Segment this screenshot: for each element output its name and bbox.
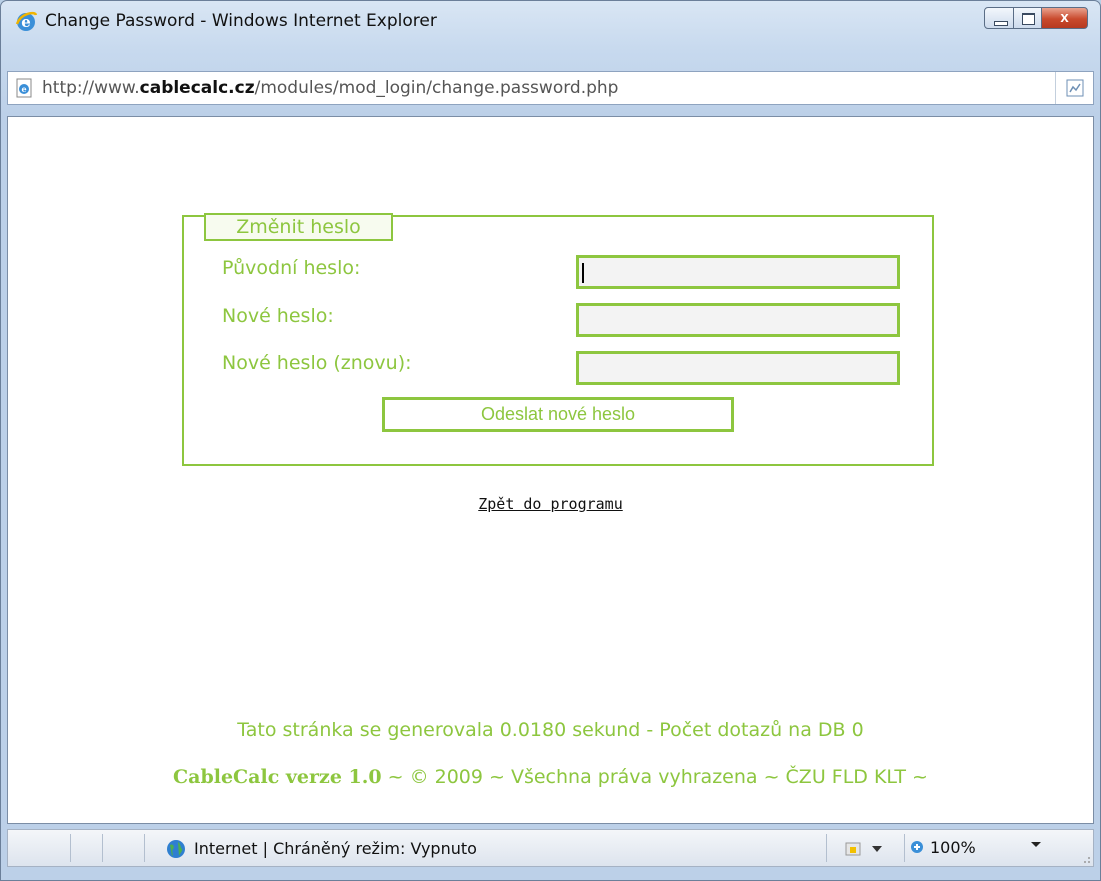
old-password-input[interactable] [576, 255, 900, 289]
old-password-label: Původní heslo: [222, 257, 361, 279]
rights-text: ~ © 2009 ~ Všechna práva vyhrazena ~ ČZU… [381, 766, 928, 788]
window-title: Change Password - Windows Internet Explo… [45, 11, 437, 31]
status-divider [826, 834, 827, 862]
page-icon: e [16, 78, 32, 98]
status-divider [144, 834, 145, 862]
zoom-icon [911, 841, 923, 853]
status-divider [904, 834, 905, 862]
url-domain: cablecalc.cz [139, 78, 255, 98]
confirm-password-input[interactable] [576, 351, 900, 385]
resize-grip-icon[interactable] [1079, 852, 1091, 864]
new-password-input[interactable] [576, 303, 900, 337]
status-divider [102, 834, 103, 862]
ie-logo-icon: e [15, 11, 37, 31]
close-icon: x [1060, 9, 1069, 26]
address-bar[interactable]: e http://www.cablecalc.cz/modules/mod_lo… [7, 71, 1094, 105]
new-password-label: Nové heslo: [222, 305, 334, 327]
submit-button[interactable]: Odeslat nové heslo [382, 397, 734, 432]
back-link-text[interactable]: Zpět do programu [478, 495, 623, 513]
rss-button[interactable] [1055, 72, 1093, 104]
text-caret [582, 263, 584, 283]
url-text[interactable]: http://www.cablecalc.cz/modules/mod_logi… [42, 78, 618, 98]
page-content: Změnit heslo Původní heslo: Nové heslo: … [7, 116, 1094, 824]
back-to-program-link: Zpět do programu [8, 495, 1093, 513]
maximize-button[interactable] [1014, 7, 1042, 29]
zoom-level[interactable]: 100% [930, 838, 976, 857]
title-bar[interactable]: e Change Password - Windows Internet Exp… [1, 1, 1100, 43]
url-prefix: http://www. [42, 78, 140, 98]
browser-window: e Change Password - Windows Internet Exp… [0, 0, 1101, 881]
window-controls: x [984, 7, 1088, 31]
minimize-button[interactable] [984, 7, 1014, 29]
generation-info: Tato stránka se generovala 0.0180 sekund… [237, 719, 864, 741]
svg-text:e: e [21, 84, 26, 94]
brand-name: CableCalc verze 1.0 [173, 766, 382, 788]
globe-icon [167, 840, 185, 858]
close-button[interactable]: x [1042, 7, 1088, 29]
addons-icon[interactable] [844, 838, 888, 860]
form-legend: Změnit heslo [204, 213, 393, 241]
rss-icon [1066, 79, 1084, 97]
copyright-footer: CableCalc verze 1.0 ~ © 2009 ~ Všechna p… [8, 766, 1093, 788]
status-divider [70, 834, 71, 862]
url-path: /modules/mod_login/change.password.php [254, 78, 619, 98]
security-zone[interactable]: Internet | Chráněný režim: Vypnuto [194, 839, 477, 858]
confirm-password-label: Nové heslo (znovu): [222, 352, 412, 374]
status-bar: Internet | Chráněný režim: Vypnuto 100% [7, 829, 1094, 867]
chevron-down-icon[interactable] [1030, 838, 1042, 850]
